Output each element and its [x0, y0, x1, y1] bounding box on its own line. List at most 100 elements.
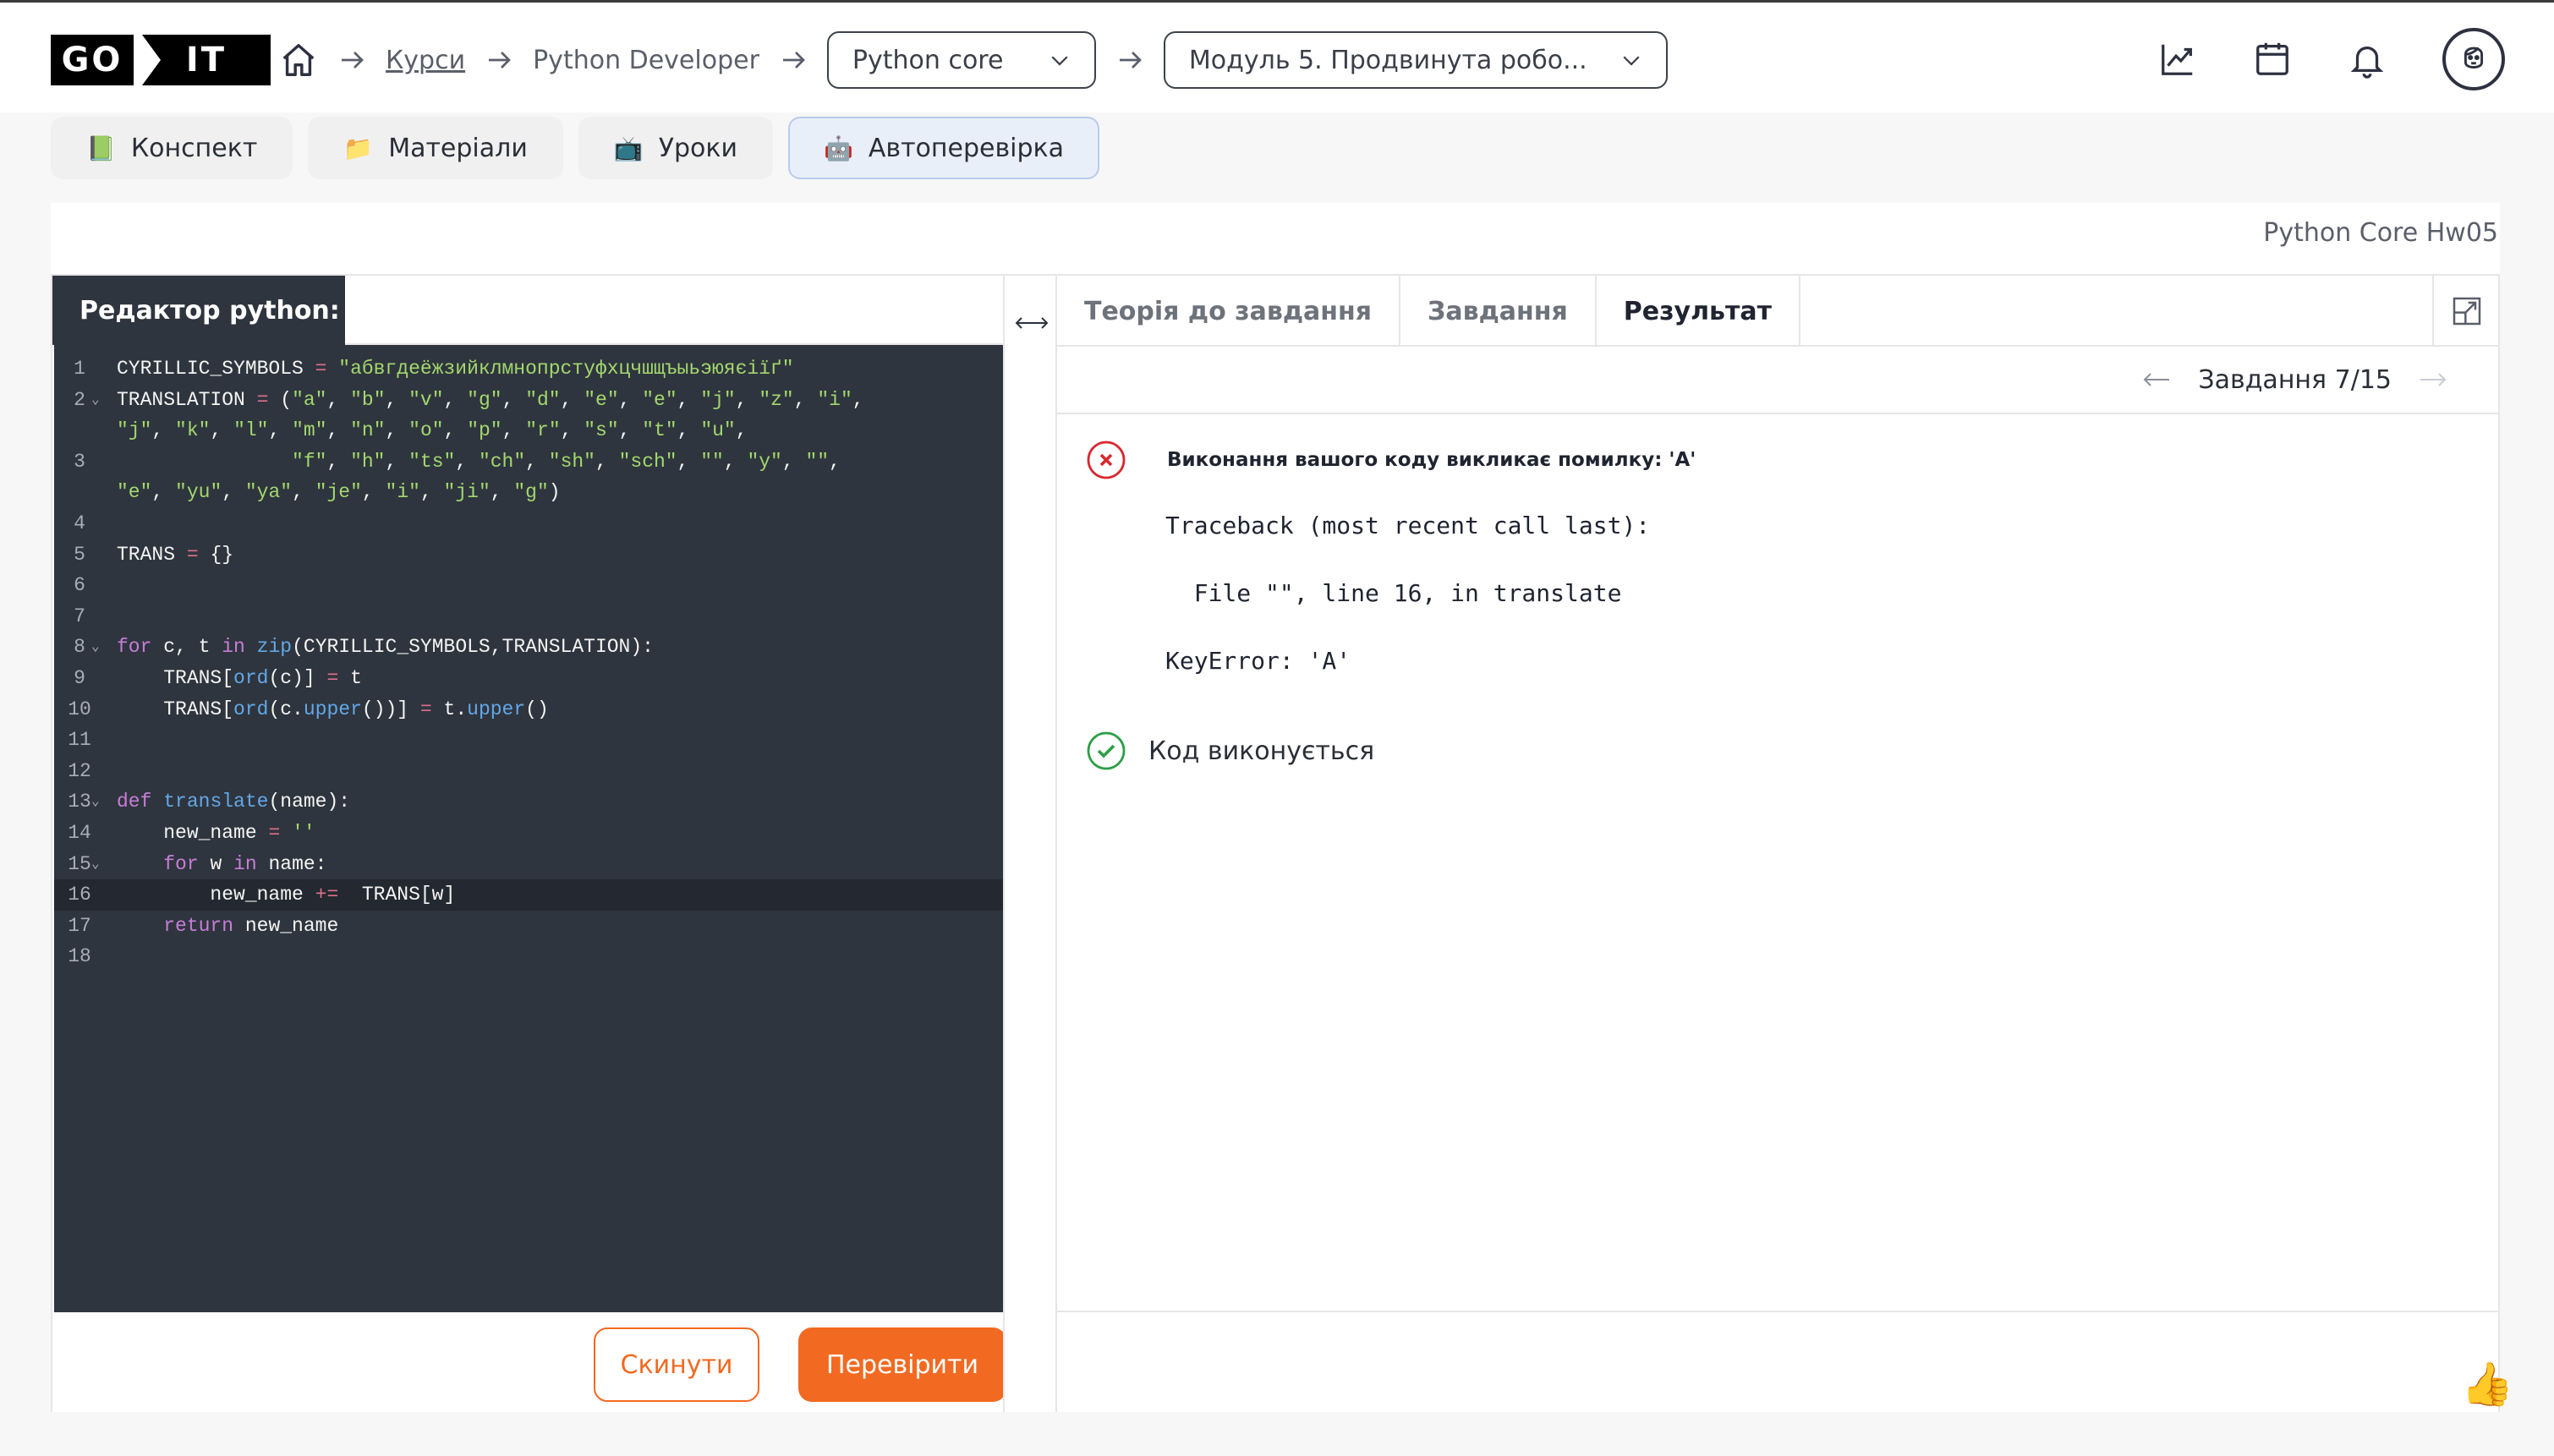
- traceback-line: Traceback (most recent call last):: [1165, 512, 1651, 539]
- code-editor[interactable]: 1 CYRILLIC_SYMBOLS = "абвгдеёжзийклмнопрс…: [54, 345, 1005, 1312]
- line-number: 16: [68, 884, 91, 906]
- tab-result[interactable]: Результат: [1597, 276, 1801, 347]
- line-number: 12: [68, 759, 91, 782]
- fold-toggle-icon[interactable]: ⌄: [91, 385, 100, 416]
- result-panel: Теорія до завдання Завдання Результат За…: [1057, 276, 2500, 1412]
- code-text: TRANS = {}: [117, 543, 234, 566]
- arrow-right-icon: [342, 52, 364, 68]
- line-number: 17: [68, 914, 91, 937]
- homework-bar: Python Core Hw05: [51, 203, 2500, 276]
- code-text: for c, t in zip(CYRILLIC_SYMBOLS,TRANSLA…: [117, 636, 654, 659]
- editor-footer: Скинути Перевірити: [52, 1312, 1006, 1412]
- chevron-down-icon: [1623, 56, 1640, 66]
- code-text: "e", "yu", "ya", "je", "i", "ji", "g"): [117, 481, 561, 504]
- folder-icon: 📁: [343, 134, 374, 162]
- code-line[interactable]: 7: [54, 601, 1005, 632]
- task-counter: Завдання 7/15: [2198, 364, 2392, 395]
- header: GO IT Курси Python Developer Python core…: [0, 3, 2554, 112]
- code-line[interactable]: 2 ⌄ TRANSLATION = ("a", "b", "v", "g", "d"…: [54, 385, 1005, 416]
- code-line[interactable]: 12: [54, 756, 1005, 787]
- expand-button[interactable]: [2432, 276, 2500, 347]
- fold-toggle-icon[interactable]: ⌄: [91, 632, 100, 663]
- code-text: CYRILLIC_SYMBOLS = "абвгдеёжзийклмнопрст…: [117, 358, 794, 380]
- tab-autocheck[interactable]: 🤖 Автоперевірка: [788, 117, 1100, 179]
- code-text: TRANS[ord(c)] = t: [117, 666, 362, 689]
- code-line[interactable]: 11: [54, 725, 1005, 756]
- line-number: 4: [74, 512, 85, 534]
- check-circle-icon: [1087, 731, 1126, 770]
- tab-label: Автоперевірка: [868, 133, 1065, 163]
- error-icon: [1087, 441, 1126, 479]
- code-line[interactable]: 9 TRANS[ord(c)] = t: [54, 663, 1005, 694]
- code-line[interactable]: 3 "f", "h", "ts", "ch", "sh", "sch", "",…: [54, 446, 1005, 478]
- line-number: 9: [74, 666, 85, 689]
- robot-icon: 🤖: [824, 134, 853, 162]
- code-line[interactable]: 14 new_name = '': [54, 818, 1005, 849]
- traceback-line: KeyError: 'A': [1165, 647, 1351, 675]
- homework-title: Python Core Hw05: [2263, 218, 2498, 248]
- code-line[interactable]: 8 ⌄ for c, t in zip(CYRILLIC_SYMBOLS,TRANS…: [54, 632, 1005, 663]
- code-text: "j", "k", "l", "m", "n", "o", "p", "r", …: [117, 419, 748, 442]
- resize-horizontal-icon: [1015, 317, 1049, 329]
- bell-icon[interactable]: [2348, 40, 2387, 79]
- code-line[interactable]: 6: [54, 570, 1005, 601]
- chart-icon[interactable]: [2158, 40, 2197, 79]
- tab-label: Уроки: [658, 133, 737, 163]
- home-icon[interactable]: [279, 41, 318, 79]
- arrow-right-icon: [489, 52, 512, 68]
- code-line[interactable]: 1 CYRILLIC_SYMBOLS = "абвгдеёжзийклмнопрс…: [54, 353, 1005, 385]
- tab-materials[interactable]: 📁 Матеріали: [308, 117, 563, 179]
- line-number: 7: [74, 605, 85, 627]
- code-line[interactable]: 17 return new_name: [54, 911, 1005, 942]
- code-line[interactable]: "e", "yu", "ya", "je", "i", "ji", "g"): [54, 477, 1005, 508]
- code-line[interactable]: 5 TRANS = {}: [54, 539, 1005, 571]
- code-line[interactable]: 4: [54, 508, 1005, 539]
- course-select[interactable]: Python core: [826, 31, 1096, 89]
- code-text: new_name = '': [117, 821, 315, 844]
- tab-label: Матеріали: [388, 133, 528, 163]
- code-text: def translate(name):: [117, 791, 351, 813]
- avatar-face-icon: [2464, 47, 2484, 69]
- arrow-right-icon: [782, 52, 805, 68]
- module-select[interactable]: Модуль 5. Продвинута робо...: [1163, 31, 1668, 89]
- module-select-value: Модуль 5. Продвинута робо...: [1188, 45, 1587, 75]
- panel-splitter[interactable]: [1003, 276, 1057, 1412]
- code-text: "f", "h", "ts", "ch", "sh", "sch", "", "…: [292, 450, 841, 473]
- success-message: Код виконується: [1086, 731, 1374, 771]
- tab-lessons[interactable]: 📺 Уроки: [578, 117, 773, 179]
- tab-task[interactable]: Завдання: [1400, 276, 1597, 347]
- check-button[interactable]: Перевірити: [798, 1327, 1006, 1402]
- code-line[interactable]: 16 new_name += TRANS[w]: [54, 879, 1005, 911]
- result-footer: [1057, 1311, 2500, 1412]
- code-line[interactable]: 18: [54, 941, 1005, 972]
- code-line[interactable]: 10 TRANS[ord(c.upper())] = t.upper(): [54, 694, 1005, 725]
- header-icons: [2158, 28, 2505, 90]
- breadcrumb-program: Python Developer: [533, 45, 759, 75]
- editor-label: Редактор python:: [52, 276, 345, 345]
- breadcrumb-courses-link[interactable]: Курси: [386, 46, 465, 75]
- arrow-left-icon[interactable]: [2142, 369, 2171, 390]
- tab-summary[interactable]: 📗 Конспект: [51, 117, 293, 179]
- goit-logo[interactable]: GO IT: [51, 35, 271, 85]
- code-text: TRANSLATION = ("a", "b", "v", "g", "d", …: [117, 388, 864, 411]
- fold-toggle-icon[interactable]: ⌄: [91, 849, 100, 880]
- result-tabs: Теорія до завдання Завдання Результат: [1057, 276, 2500, 347]
- arrow-right-icon[interactable]: [2419, 369, 2447, 390]
- code-text: return new_name: [163, 914, 339, 937]
- code-line[interactable]: "j", "k", "l", "m", "n", "o", "p", "r", …: [54, 415, 1005, 446]
- book-icon: 📗: [86, 134, 116, 162]
- fold-toggle-icon[interactable]: ⌄: [91, 786, 100, 818]
- calendar-icon[interactable]: [2253, 40, 2292, 79]
- code-line[interactable]: 13 ⌄ def translate(name):: [54, 786, 1005, 818]
- reset-button[interactable]: Скинути: [594, 1327, 759, 1402]
- code-text: for w in name:: [163, 852, 327, 875]
- avatar[interactable]: [2442, 28, 2505, 90]
- line-number: 11: [68, 729, 91, 752]
- code-line[interactable]: 15 ⌄ for w in name:: [54, 849, 1005, 880]
- error-message: Виконання вашого коду викликає помилку: …: [1086, 440, 1696, 480]
- expand-icon: [2453, 297, 2481, 326]
- thumbs-up-icon[interactable]: 👍: [2461, 1360, 2513, 1409]
- line-number: 18: [68, 945, 91, 968]
- tab-theory[interactable]: Теорія до завдання: [1057, 276, 1401, 347]
- line-number: 5: [74, 543, 85, 566]
